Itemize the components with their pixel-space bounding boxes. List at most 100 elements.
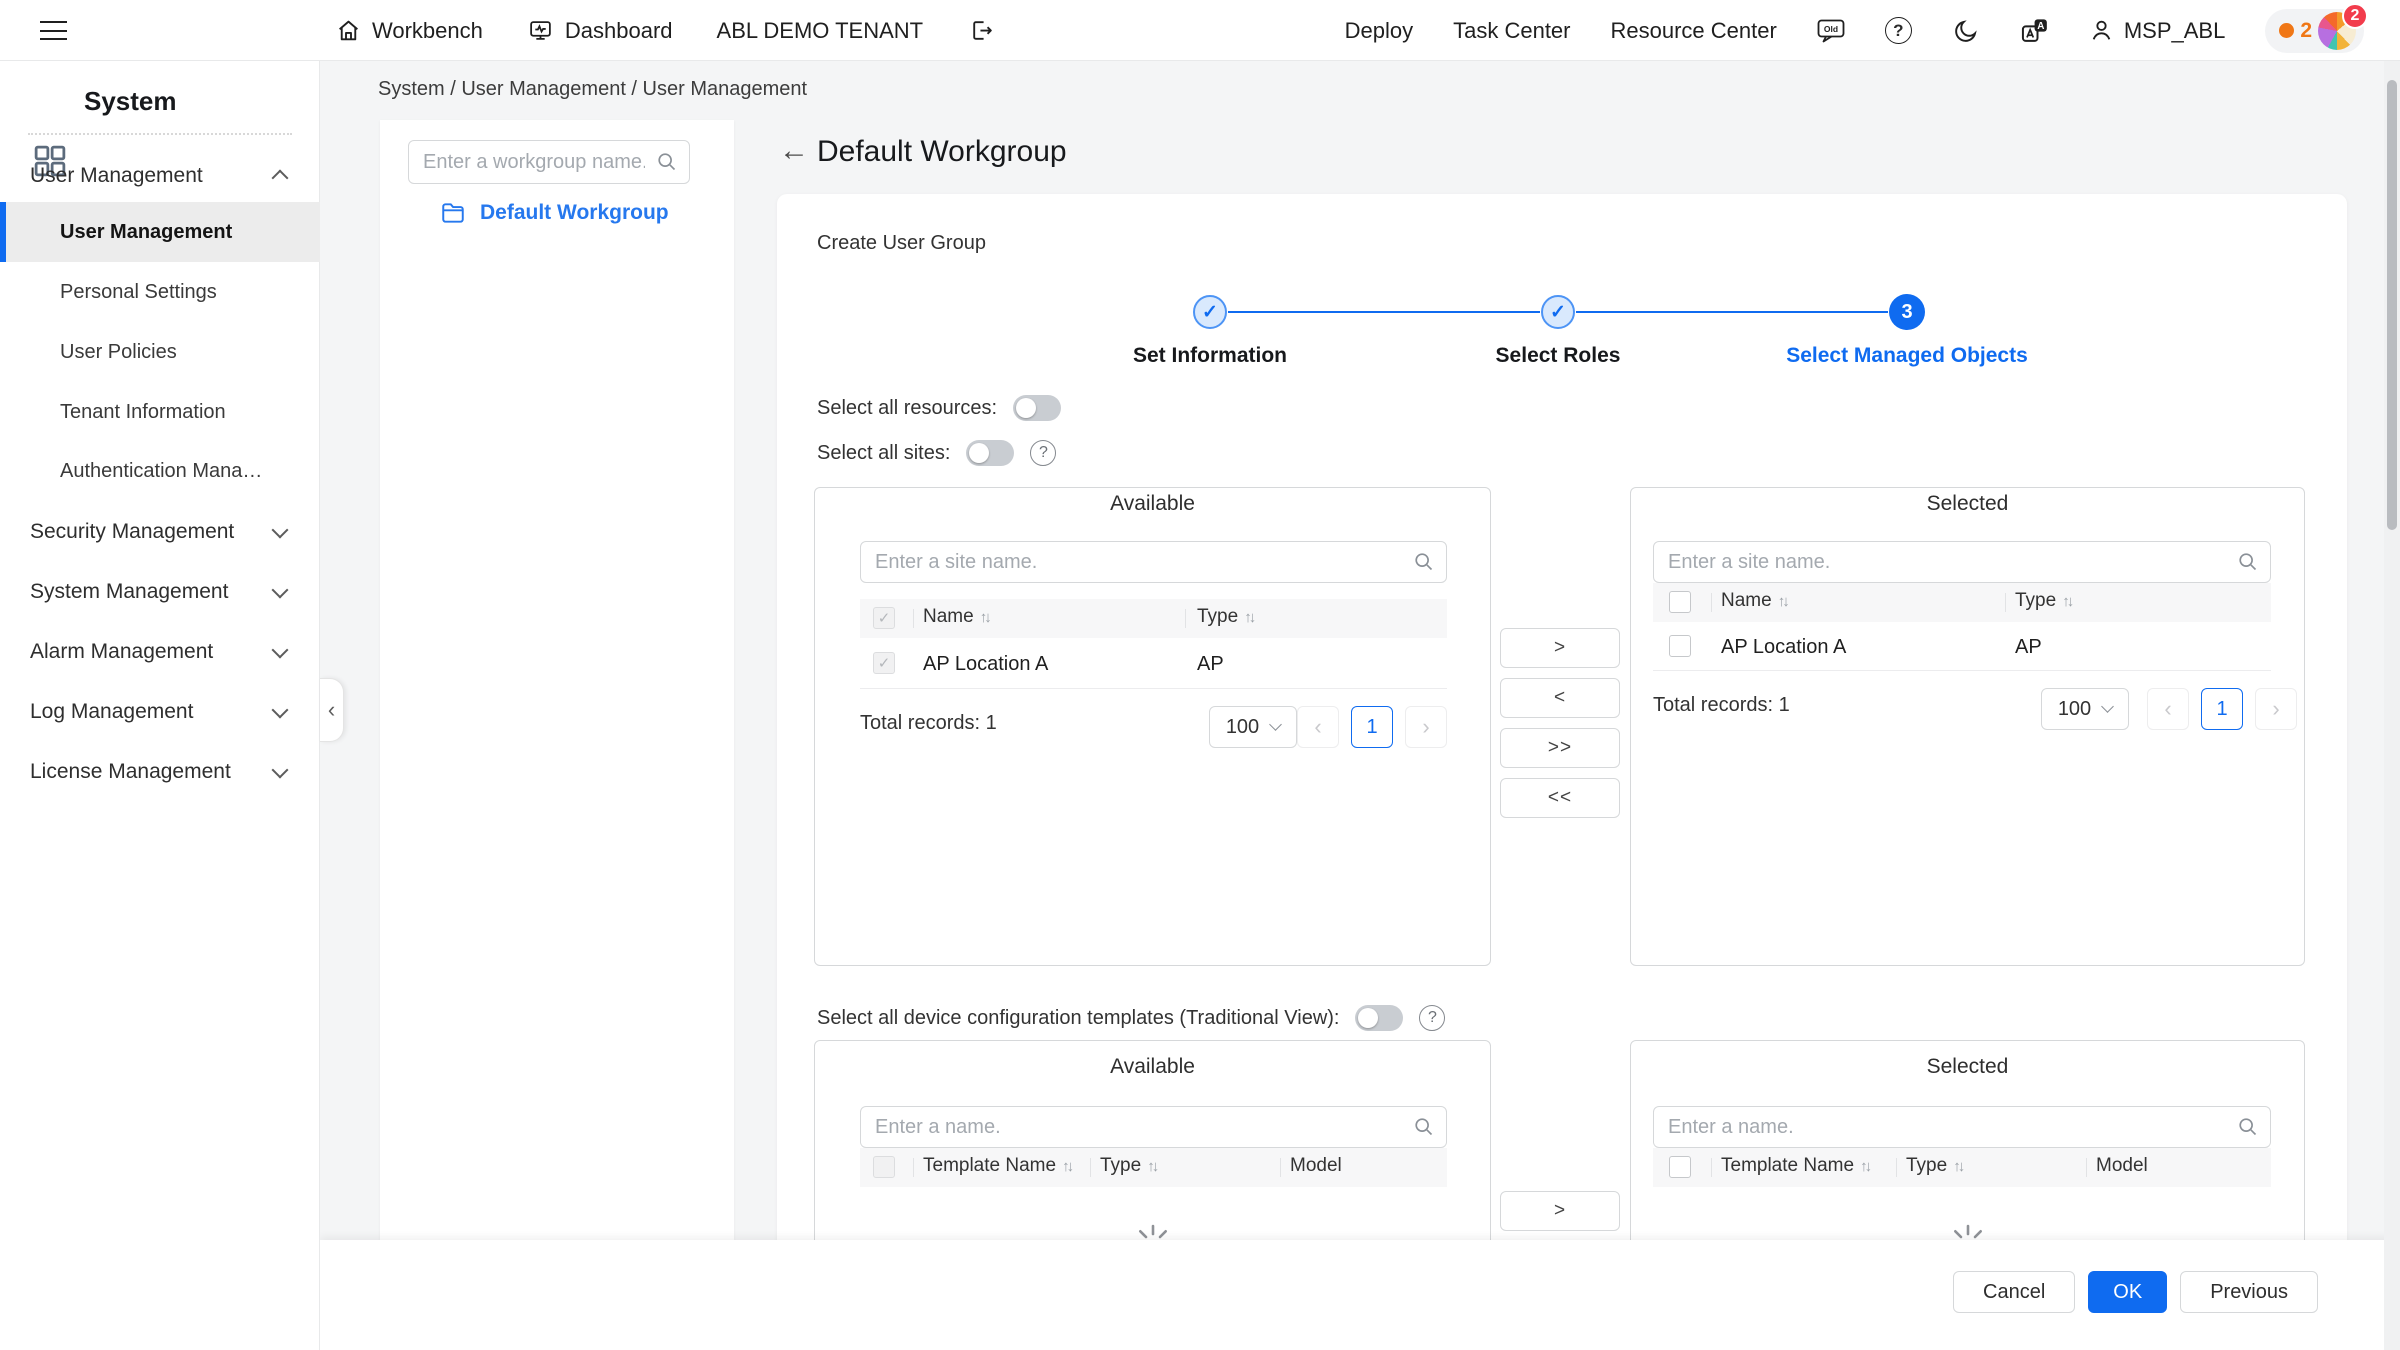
topbar: Workbench Dashboard ABL DEMO TENANT Depl… xyxy=(0,0,2400,61)
next-page-button[interactable]: › xyxy=(2255,688,2297,730)
next-page-button[interactable]: › xyxy=(1405,706,1447,748)
sidebar-item-authentication-management[interactable]: Authentication Mana… xyxy=(0,441,320,501)
scrollbar-thumb[interactable] xyxy=(2387,80,2397,530)
row-name: AP Location A xyxy=(1721,636,1846,659)
sidebar-group-system-management[interactable]: System Management xyxy=(0,562,320,622)
sidebar-item-personal-settings[interactable]: Personal Settings xyxy=(0,262,320,322)
sites-help-icon[interactable]: ? xyxy=(1030,440,1056,466)
select-all-templates-toggle[interactable] xyxy=(1355,1005,1403,1031)
sidebar-item-user-policies[interactable]: User Policies xyxy=(0,322,320,382)
sidebar-item-tenant-information[interactable]: Tenant Information xyxy=(0,382,320,442)
nav-resource-center[interactable]: Resource Center xyxy=(1611,18,1777,44)
sidebar-group-alarm-management[interactable]: Alarm Management xyxy=(0,622,320,682)
row-type: AP xyxy=(2015,636,2042,659)
column-header-type[interactable]: Type↑↓ xyxy=(1906,1155,1962,1177)
prev-page-button[interactable]: ‹ xyxy=(2147,688,2189,730)
breadcrumb[interactable]: System / User Management / User Manageme… xyxy=(378,78,807,101)
column-header-name[interactable]: Name↑↓ xyxy=(1721,590,1787,612)
old-version-icon[interactable]: Old xyxy=(1817,17,1845,45)
notification-widget[interactable]: 2 2 xyxy=(2265,9,2364,53)
page-size-select[interactable]: 100 xyxy=(2041,688,2129,730)
table-header: ✓ Name↑↓ Type↑↓ xyxy=(860,599,1447,638)
sort-icon: ↑↓ xyxy=(1778,593,1787,610)
nav-task-center[interactable]: Task Center xyxy=(1453,18,1570,44)
sidebar-item-user-management[interactable]: User Management xyxy=(0,202,320,262)
chevron-down-icon xyxy=(272,702,289,719)
dark-mode-icon[interactable] xyxy=(1952,17,1980,45)
language-icon[interactable]: A xyxy=(2020,17,2048,45)
column-header-template-name[interactable]: Template Name↑↓ xyxy=(923,1155,1071,1177)
current-page-button[interactable]: 1 xyxy=(1351,706,1393,748)
help-icon[interactable]: ? xyxy=(1885,17,1912,44)
step-1-indicator[interactable]: ✓ xyxy=(1193,295,1227,329)
tenant-selector[interactable]: ABL DEMO TENANT xyxy=(717,18,924,44)
username: MSP_ABL xyxy=(2124,18,2226,44)
templates-selected-search-input[interactable] xyxy=(1653,1106,2271,1148)
page-size-select[interactable]: 100 xyxy=(1209,706,1297,748)
nav-workbench[interactable]: Workbench xyxy=(334,17,483,45)
svg-text:Old: Old xyxy=(1824,23,1838,33)
move-right-button[interactable]: > xyxy=(1500,1191,1620,1231)
column-header-type[interactable]: Type↑↓ xyxy=(2015,590,2071,612)
row-name: AP Location A xyxy=(923,653,1048,676)
user-menu[interactable]: MSP_ABL xyxy=(2088,17,2226,45)
row-checkbox[interactable] xyxy=(1669,635,1691,657)
select-all-checkbox[interactable] xyxy=(1669,1156,1691,1178)
hamburger-menu-icon[interactable] xyxy=(40,21,67,40)
move-all-left-button[interactable]: << xyxy=(1500,778,1620,818)
sites-selected-search-input[interactable] xyxy=(1653,541,2271,583)
dashboard-label: Dashboard xyxy=(565,18,673,44)
nav-deploy[interactable]: Deploy xyxy=(1345,18,1413,44)
workgroup-tree-item[interactable]: Default Workgroup xyxy=(440,200,669,226)
sidebar-collapse-handle[interactable]: ‹ xyxy=(320,678,344,742)
sidebar-group-user-management[interactable]: User Management xyxy=(0,146,320,206)
sidebar-group-security-management[interactable]: Security Management xyxy=(0,502,320,562)
page: Workbench Dashboard ABL DEMO TENANT Depl… xyxy=(0,0,2400,1350)
back-arrow-icon[interactable]: ← xyxy=(779,134,809,168)
previous-button[interactable]: Previous xyxy=(2180,1271,2318,1313)
column-header-name[interactable]: Name↑↓ xyxy=(923,606,989,628)
sort-icon: ↑↓ xyxy=(980,609,989,626)
workgroup-panel xyxy=(380,120,734,1240)
column-header-type[interactable]: Type↑↓ xyxy=(1197,606,1253,628)
sites-available-search-input[interactable] xyxy=(860,541,1447,583)
active-indicator xyxy=(0,202,6,262)
wizard-title: Create User Group xyxy=(817,232,986,255)
column-header-type[interactable]: Type↑↓ xyxy=(1100,1155,1156,1177)
sidebar-group-log-management[interactable]: Log Management xyxy=(0,682,320,742)
select-all-sites-label: Select all sites: xyxy=(817,442,950,465)
scrollbar-track xyxy=(2384,61,2400,1350)
column-header-model[interactable]: Model xyxy=(1290,1155,1342,1177)
prev-page-button[interactable]: ‹ xyxy=(1297,706,1339,748)
templates-available-search xyxy=(860,1106,1447,1148)
column-header-model[interactable]: Model xyxy=(2096,1155,2148,1177)
action-bar: Cancel OK Previous xyxy=(320,1240,2400,1350)
nav-dashboard[interactable]: Dashboard xyxy=(527,17,673,45)
sort-icon: ↑↓ xyxy=(1244,609,1253,626)
step-3-indicator[interactable]: 3 xyxy=(1889,294,1925,330)
move-right-button[interactable]: > xyxy=(1500,628,1620,668)
message-dot-icon xyxy=(2279,23,2294,38)
folder-icon xyxy=(440,200,466,226)
column-header-template-name[interactable]: Template Name↑↓ xyxy=(1721,1155,1869,1177)
templates-available-search-input[interactable] xyxy=(860,1106,1447,1148)
select-all-resources-toggle[interactable] xyxy=(1013,395,1061,421)
templates-help-icon[interactable]: ? xyxy=(1419,1005,1445,1031)
step-2-indicator[interactable]: ✓ xyxy=(1541,295,1575,329)
select-all-checkbox[interactable] xyxy=(1669,591,1691,613)
select-all-checkbox xyxy=(873,1156,895,1178)
exit-tenant-icon[interactable] xyxy=(967,17,995,45)
sidebar-group-license-management[interactable]: License Management xyxy=(0,742,320,802)
selected-title: Selected xyxy=(1631,492,2304,516)
sidebar-title: System xyxy=(84,86,177,117)
move-all-right-button[interactable]: >> xyxy=(1500,728,1620,768)
sort-icon: ↑↓ xyxy=(1147,1158,1156,1175)
chevron-down-icon xyxy=(272,762,289,779)
select-all-sites-toggle[interactable] xyxy=(966,440,1014,466)
workgroup-search-input[interactable] xyxy=(408,140,690,184)
cancel-button[interactable]: Cancel xyxy=(1953,1271,2075,1313)
move-left-button[interactable]: < xyxy=(1500,678,1620,718)
select-all-resources-label: Select all resources: xyxy=(817,397,997,420)
current-page-button[interactable]: 1 xyxy=(2201,688,2243,730)
ok-button[interactable]: OK xyxy=(2088,1271,2167,1313)
